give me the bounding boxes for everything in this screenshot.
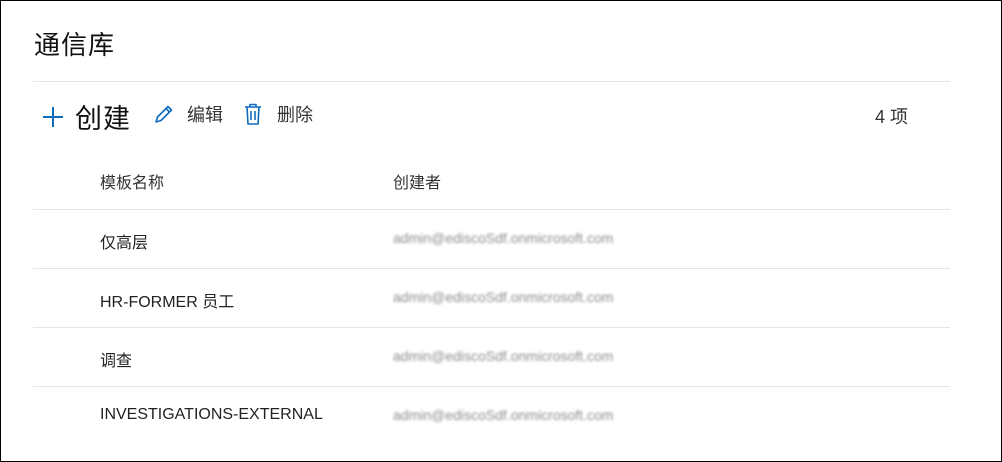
title-divider <box>33 81 950 82</box>
delete-button[interactable]: 删除 <box>243 101 313 127</box>
edit-button[interactable]: 编辑 <box>153 101 223 127</box>
table-row[interactable]: 仅高层 admin@ediscoSdf.onmicrosoft.com <box>33 209 950 268</box>
column-header-created-by[interactable]: 创建者 <box>393 169 441 193</box>
edit-button-label: 编辑 <box>187 105 223 125</box>
item-count: 4 项 <box>875 107 909 127</box>
plus-icon <box>41 105 65 129</box>
template-name-cell: INVESTIGATIONS-EXTERNAL <box>100 406 323 423</box>
template-name-cell: 调查 <box>100 353 133 370</box>
page-frame: 通信库 创建 编辑 删除 4 项 模板名称 创建者 仅高层 admin@edis… <box>0 0 1002 462</box>
delete-button-label: 删除 <box>277 105 313 125</box>
template-name-cell: 仅高层 <box>100 235 149 252</box>
template-name-cell: HR-FORMER 员工 <box>100 294 235 311</box>
column-header-template-name[interactable]: 模板名称 <box>100 169 164 193</box>
created-by-cell: admin@ediscoSdf.onmicrosoft.com <box>393 407 614 423</box>
table-row[interactable]: INVESTIGATIONS-EXTERNAL admin@ediscoSdf.… <box>33 386 950 445</box>
created-by-cell: admin@ediscoSdf.onmicrosoft.com <box>393 230 614 246</box>
created-by-cell: admin@ediscoSdf.onmicrosoft.com <box>393 289 614 305</box>
table-row[interactable]: HR-FORMER 员工 admin@ediscoSdf.onmicrosoft… <box>33 268 950 327</box>
trash-icon <box>243 102 263 126</box>
page-title: 通信库 <box>34 30 116 60</box>
created-by-cell: admin@ediscoSdf.onmicrosoft.com <box>393 348 614 364</box>
create-button-label: 创建 <box>75 104 131 134</box>
table-row[interactable]: 调查 admin@ediscoSdf.onmicrosoft.com <box>33 327 950 386</box>
pencil-icon <box>153 103 175 125</box>
toolbar: 创建 编辑 删除 4 项 <box>1 93 1001 137</box>
create-button[interactable]: 创建 <box>41 97 131 136</box>
